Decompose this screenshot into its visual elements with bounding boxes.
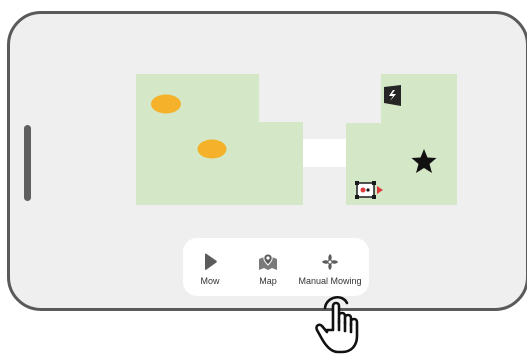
fan-icon — [322, 254, 338, 270]
manual-mowing-label: Manual Mowing — [298, 276, 362, 286]
mow-button[interactable]: Mow — [195, 238, 225, 296]
bottom-nav: Mow Map Manual Mowing — [183, 238, 369, 296]
screen: Mow Map Manual Mowing — [0, 0, 527, 356]
charging-station-icon[interactable] — [384, 85, 401, 106]
play-icon — [205, 253, 217, 270]
mow-label: Mow — [200, 276, 220, 286]
lawn-zone-left[interactable] — [136, 74, 303, 205]
lawn-map[interactable] — [0, 0, 527, 356]
tap-gesture-hand-icon — [315, 295, 359, 354]
obstacle-2[interactable] — [197, 139, 227, 159]
obstacle-1[interactable] — [151, 94, 181, 114]
map-button[interactable]: Map — [253, 238, 283, 296]
map-pin-icon — [259, 253, 277, 270]
lawn-passage — [303, 139, 346, 167]
map-label: Map — [259, 276, 277, 286]
manual-mowing-button[interactable]: Manual Mowing — [295, 238, 365, 296]
